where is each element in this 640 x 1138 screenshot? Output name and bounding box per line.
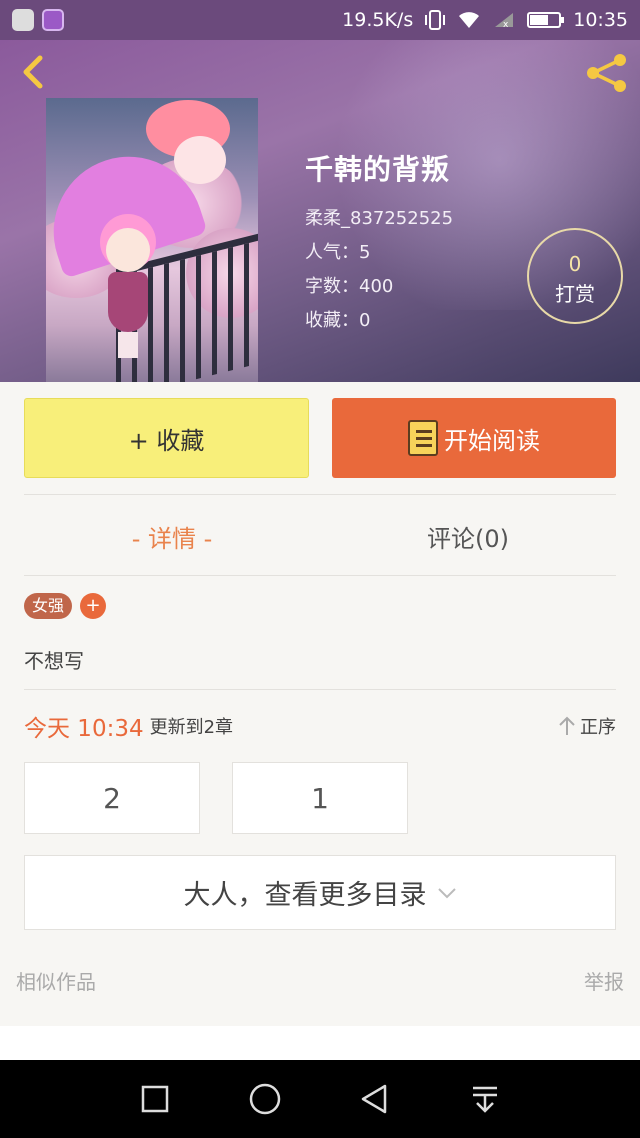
recent-apps-button[interactable] — [137, 1081, 173, 1117]
back-nav-button[interactable] — [357, 1081, 393, 1117]
signal-icon: x — [495, 13, 514, 29]
popularity: 人气：5 — [305, 242, 371, 263]
notification-pulldown-button[interactable] — [467, 1081, 503, 1117]
start-reading-label: 开始阅读 — [444, 426, 540, 455]
network-speed: 19.5K/s — [342, 9, 414, 31]
book-cover-image[interactable] — [46, 98, 258, 382]
similar-works-label: 相似作品 — [16, 970, 96, 994]
collect-button-label: + 收藏 — [128, 426, 205, 455]
tip-count: 0 — [568, 252, 582, 276]
book-info: 千韩的背叛 柔柔_837252525 人气：5 字数：400 收藏：0 — [305, 148, 453, 338]
divider — [24, 575, 616, 576]
clock: 10:35 — [573, 9, 628, 31]
home-button[interactable] — [247, 1081, 283, 1117]
start-reading-button[interactable]: 开始阅读 — [332, 398, 616, 478]
add-tag-button[interactable]: + — [80, 593, 107, 619]
similar-works-list — [0, 1026, 640, 1060]
chapter-item[interactable]: 1 — [232, 762, 408, 834]
share-button[interactable] — [584, 52, 630, 94]
tab-comments[interactable]: 评论(0) — [320, 497, 616, 575]
battery-icon — [527, 12, 565, 28]
status-bar: 19.5K/s x 10:35 — [0, 0, 640, 40]
chapter-item[interactable]: 2 — [24, 762, 200, 834]
gallery-app-icon — [42, 9, 64, 31]
vibrate-icon — [425, 10, 446, 30]
book-icon — [408, 420, 438, 456]
svg-text:x: x — [503, 20, 509, 29]
more-catalog-label: 大人，查看更多目录 — [183, 880, 427, 911]
author-name[interactable]: 柔柔_837252525 — [305, 202, 453, 236]
tag-list: 女强 + — [24, 593, 107, 619]
more-catalog-button[interactable]: 大人，查看更多目录 — [24, 855, 616, 930]
book-title: 千韩的背叛 — [305, 153, 451, 186]
tip-button[interactable]: 0 打赏 — [527, 228, 623, 324]
chevron-down-icon — [437, 887, 456, 898]
tab-bar: - 详情 - 评论(0) — [24, 497, 616, 575]
robot-app-icon — [12, 9, 34, 31]
sort-order-label: 正序 — [580, 717, 616, 738]
book-description: 不想写 — [24, 649, 84, 673]
update-text: 更新到2章 — [149, 717, 234, 738]
tag-item[interactable]: 女强 — [24, 593, 73, 619]
divider — [24, 689, 616, 690]
divider — [24, 494, 616, 495]
report-button[interactable]: 举报 — [584, 966, 624, 995]
update-time: 今天 10:34 — [24, 716, 144, 742]
update-row: 今天 10:34 更新到2章 正序 — [24, 708, 616, 744]
book-header: 千韩的背叛 柔柔_837252525 人气：5 字数：400 收藏：0 0 打赏 — [0, 40, 640, 382]
sort-order-button[interactable]: 正序 — [558, 713, 616, 739]
back-button[interactable] — [14, 52, 54, 92]
favorite-count: 收藏：0 — [305, 310, 371, 331]
arrow-up-icon — [559, 716, 575, 735]
tab-details[interactable]: - 详情 - — [24, 497, 320, 575]
collect-button[interactable]: + 收藏 — [24, 398, 309, 478]
tip-label: 打赏 — [555, 282, 595, 306]
system-nav-bar — [0, 1060, 640, 1138]
word-count: 字数：400 — [305, 276, 394, 297]
wifi-icon — [459, 12, 480, 28]
